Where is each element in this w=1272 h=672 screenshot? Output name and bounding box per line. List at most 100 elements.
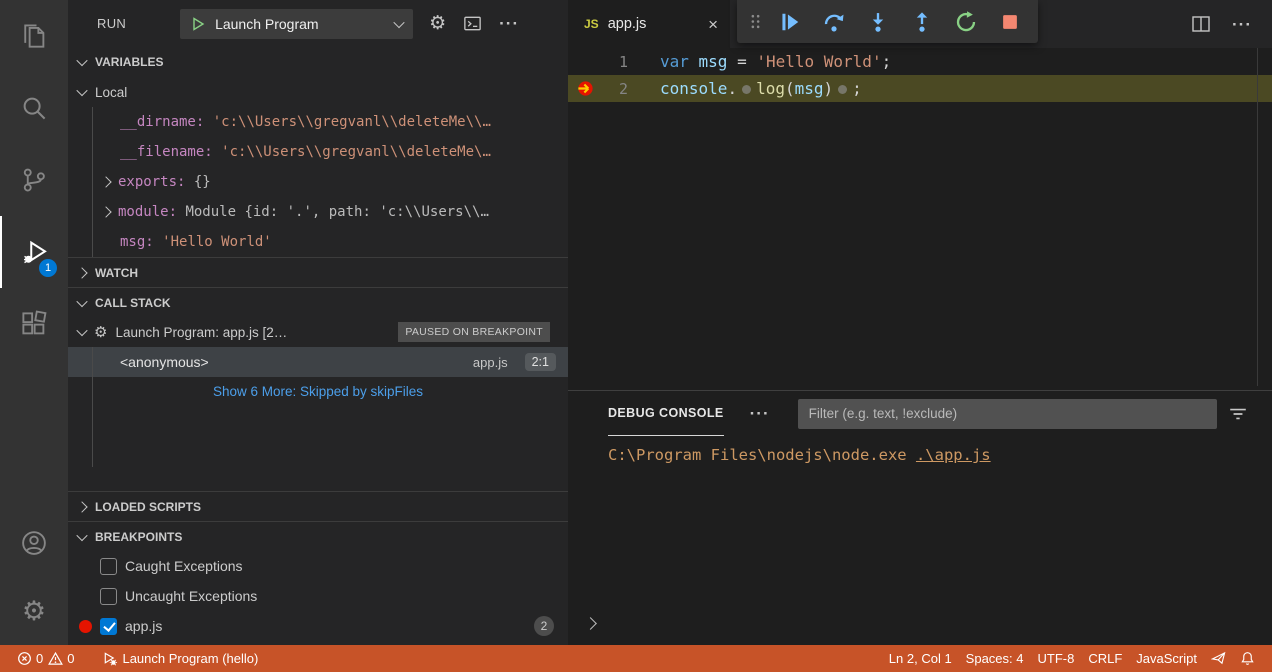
vscode-window: 1 ⚙ RUN: [0, 0, 1272, 645]
breakpoint-row-uncaught-exceptions[interactable]: Uncaught Exceptions: [68, 581, 568, 611]
filter-input[interactable]: [798, 399, 1217, 429]
caught-exceptions-checkbox[interactable]: [100, 558, 117, 575]
indentation[interactable]: Spaces: 4: [959, 645, 1031, 672]
tab-label: app.js: [608, 16, 647, 32]
call-stack-section-header[interactable]: CALL STACK: [68, 287, 568, 317]
chevron-down-icon: [76, 55, 87, 66]
session-label: Launch Program: app.js [2…: [115, 325, 287, 340]
variable-row[interactable]: msg: 'Hello World': [68, 227, 568, 257]
editor-and-panel: JS app.js × ···: [568, 0, 1272, 645]
editor-line-1[interactable]: 1 var msg = 'Hello World';: [568, 48, 1272, 75]
step-into-button[interactable]: [856, 4, 900, 40]
breakpoints-section-header[interactable]: BREAKPOINTS: [68, 521, 568, 551]
search-icon[interactable]: [0, 72, 68, 144]
chevron-down-icon: [76, 85, 87, 96]
stop-button[interactable]: [988, 4, 1032, 40]
active-debug-session[interactable]: Launch Program (hello): [95, 645, 265, 672]
more-actions-icon[interactable]: ···: [1232, 16, 1252, 33]
notifications-bell-icon[interactable]: [1233, 645, 1262, 672]
variables-section-header[interactable]: VARIABLES: [68, 47, 568, 77]
debug-session-row[interactable]: ⚙ Launch Program: app.js [2… PAUSED ON B…: [68, 317, 568, 347]
more-actions-icon[interactable]: ···: [750, 405, 770, 422]
frame-name: <anonymous>: [120, 354, 209, 370]
inline-breakpoint-dot[interactable]: [742, 85, 751, 94]
code-editor[interactable]: 1 var msg = 'Hello World'; 2 console.log…: [568, 48, 1272, 102]
chevron-right-icon: [100, 176, 111, 187]
breakpoint-count-badge: 2: [534, 616, 554, 636]
problems-status[interactable]: 0 0: [10, 645, 81, 672]
editor-line-2-current[interactable]: 2 console.log(msg);: [568, 75, 1272, 102]
launch-config-dropdown[interactable]: Launch Program: [180, 9, 413, 39]
run-and-debug-icon[interactable]: 1: [0, 216, 68, 288]
watch-section-header[interactable]: WATCH: [68, 257, 568, 287]
activity-bar-spacer: [0, 360, 68, 509]
output-file-link[interactable]: .\app.js: [916, 446, 991, 464]
status-bar: 0 0 Launch Program (hello) Ln 2, Col 1 S…: [0, 645, 1272, 672]
filter-icon[interactable]: [1228, 404, 1248, 424]
console-input-prompt[interactable]: [586, 615, 595, 633]
explorer-icon[interactable]: [0, 0, 68, 72]
step-over-button[interactable]: [812, 4, 856, 40]
debug-alt-icon: [102, 651, 117, 666]
source-control-icon[interactable]: [0, 144, 68, 216]
uncaught-exceptions-checkbox[interactable]: [100, 588, 117, 605]
encoding[interactable]: UTF-8: [1031, 645, 1082, 672]
frame-file: app.js: [473, 355, 508, 370]
step-out-button[interactable]: [900, 4, 944, 40]
warning-icon: [48, 651, 63, 666]
tab-appjs[interactable]: JS app.js ×: [568, 0, 730, 48]
line-number: 2: [602, 80, 628, 98]
paused-on-breakpoint-badge: PAUSED ON BREAKPOINT: [398, 322, 550, 342]
indent-guide: [92, 347, 93, 467]
split-editor-icon[interactable]: [1190, 13, 1212, 35]
chevron-right-icon: [584, 617, 597, 630]
activity-bar: 1 ⚙: [0, 0, 68, 645]
call-stack-frames: <anonymous> app.js 2:1 Show 6 More: Skip…: [68, 347, 568, 491]
chevron-right-icon: [100, 206, 111, 217]
debug-console-panel: DEBUG CONSOLE ··· C:\Program Files\nodej…: [568, 390, 1272, 645]
variable-row[interactable]: module: Module {id: '.', path: 'c:\\User…: [68, 197, 568, 227]
panel-header: DEBUG CONSOLE ···: [568, 391, 1272, 436]
accounts-icon[interactable]: [0, 509, 68, 577]
cursor-position[interactable]: Ln 2, Col 1: [882, 645, 959, 672]
indent-guide: [92, 107, 93, 257]
status-bar-right: Ln 2, Col 1 Spaces: 4 UTF-8 CRLF JavaScr…: [882, 645, 1262, 672]
debug-console-icon[interactable]: [462, 13, 483, 34]
scope-local[interactable]: Local: [68, 77, 568, 107]
inline-breakpoint-dot[interactable]: [838, 85, 847, 94]
tab-debug-console[interactable]: DEBUG CONSOLE: [608, 391, 724, 436]
configure-gear-icon[interactable]: ⚙: [429, 14, 446, 33]
feedback-icon[interactable]: [1204, 645, 1233, 672]
settings-gear-icon[interactable]: ⚙: [0, 577, 68, 645]
toolbar-drag-handle[interactable]: [743, 13, 768, 30]
debug-session-icon: ⚙: [94, 325, 107, 340]
show-more-frames-link[interactable]: Show 6 More: Skipped by skipFiles: [68, 377, 568, 405]
close-icon[interactable]: ×: [708, 16, 718, 33]
variable-row[interactable]: exports: {}: [68, 167, 568, 197]
debug-toolbar: [737, 0, 1038, 43]
loaded-scripts-section-header[interactable]: LOADED SCRIPTS: [68, 491, 568, 521]
start-debugging-icon: [190, 16, 206, 32]
breakpoint-row-caught-exceptions[interactable]: Caught Exceptions: [68, 551, 568, 581]
language-mode[interactable]: JavaScript: [1129, 645, 1204, 672]
call-stack-empty-space: [68, 405, 568, 491]
launch-config-label: Launch Program: [215, 16, 386, 32]
chevron-down-icon: [76, 325, 87, 336]
variable-row[interactable]: __dirname: 'c:\\Users\\gregvanl\\deleteM…: [68, 107, 568, 137]
continue-button[interactable]: [768, 4, 812, 40]
eol-sequence[interactable]: CRLF: [1081, 645, 1129, 672]
paused-breakpoint-icon[interactable]: [568, 79, 602, 98]
appjs-breakpoint-checkbox[interactable]: [100, 618, 117, 635]
more-actions-icon[interactable]: ···: [499, 15, 519, 32]
debug-count-badge: 1: [39, 259, 57, 277]
chevron-right-icon: [76, 267, 87, 278]
line-number: 1: [602, 53, 628, 71]
variable-row[interactable]: __filename: 'c:\\Users\\gregvanl\\delete…: [68, 137, 568, 167]
chevron-right-icon: [76, 501, 87, 512]
restart-button[interactable]: [944, 4, 988, 40]
stack-frame-row[interactable]: <anonymous> app.js 2:1: [68, 347, 568, 377]
breakpoint-row-appjs[interactable]: app.js 2: [68, 611, 568, 641]
chevron-down-icon: [393, 16, 404, 27]
extensions-icon[interactable]: [0, 288, 68, 360]
breakpoint-dot-icon: [79, 620, 92, 633]
